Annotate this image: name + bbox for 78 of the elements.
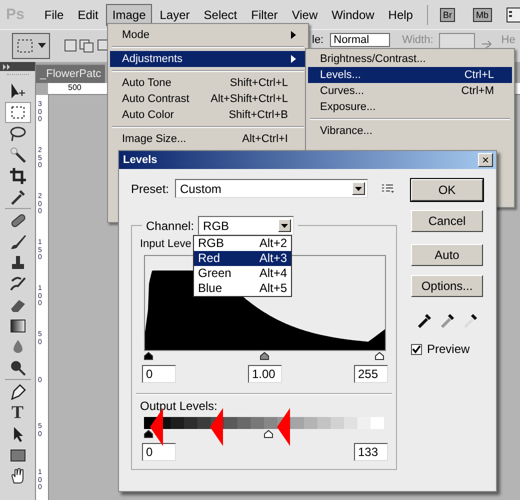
menu-item[interactable]: Select bbox=[198, 4, 244, 26]
history-icon bbox=[8, 274, 26, 292]
menu-item[interactable]: Exposure... bbox=[308, 99, 512, 115]
menu-item[interactable]: Vibrance... bbox=[308, 123, 512, 139]
level-field[interactable]: 133 bbox=[354, 443, 388, 461]
level-field[interactable]: 255 bbox=[354, 365, 388, 383]
eyedropper-icon[interactable] bbox=[463, 312, 479, 328]
channel-option[interactable]: Blue Alt+5 bbox=[194, 281, 291, 296]
app-launcher-button[interactable]: Br bbox=[440, 8, 455, 22]
close-button[interactable]: × bbox=[478, 153, 493, 167]
eyedropper-icon bbox=[8, 188, 26, 206]
dialog-button[interactable]: Options... bbox=[411, 275, 483, 297]
tool-button[interactable] bbox=[4, 102, 30, 123]
menu-item[interactable]: Auto Tone Shift+Ctrl+L bbox=[110, 75, 306, 91]
marquee-icon bbox=[16, 37, 34, 55]
hand-icon bbox=[8, 466, 26, 484]
selection-mode-icons[interactable] bbox=[64, 37, 110, 55]
document-tab[interactable]: _FlowerPatc bbox=[36, 64, 106, 83]
menu-item[interactable]: Levels... Ctrl+L bbox=[308, 67, 512, 83]
style-dropdown[interactable]: Normal bbox=[330, 33, 390, 47]
menu-item[interactable]: Curves... Ctrl+M bbox=[308, 83, 512, 99]
brush-icon bbox=[8, 232, 26, 250]
channel-dropdown[interactable]: RGB bbox=[198, 216, 294, 235]
level-field[interactable]: 0 bbox=[142, 443, 176, 461]
dialog-button[interactable]: Auto bbox=[411, 244, 483, 266]
dialog-button[interactable]: OK bbox=[411, 179, 483, 201]
menu-item[interactable]: Image bbox=[106, 4, 152, 26]
menu-item[interactable]: Auto Contrast Alt+Shift+Ctrl+L bbox=[110, 91, 306, 107]
menu-item[interactable]: Brightness/Contrast... bbox=[308, 51, 512, 67]
move-icon bbox=[8, 82, 26, 100]
marquee-icon bbox=[8, 104, 26, 122]
submenu-arrow-icon bbox=[291, 31, 296, 39]
menu-item[interactable]: Help bbox=[382, 4, 419, 26]
channel-option[interactable]: Green Alt+4 bbox=[194, 266, 291, 281]
menu-item[interactable]: Image Size... Alt+Ctrl+I bbox=[110, 131, 306, 147]
screen-mode-icon[interactable] bbox=[506, 6, 520, 24]
annotation-arrow bbox=[277, 408, 291, 446]
output-levels-label: Output Levels: bbox=[140, 399, 218, 413]
menu-item[interactable]: Window bbox=[326, 4, 380, 26]
menu-item[interactable]: Edit bbox=[72, 4, 104, 26]
crop-icon bbox=[8, 166, 26, 184]
tool-preset-picker[interactable] bbox=[12, 33, 50, 59]
submenu-arrow-icon bbox=[291, 55, 296, 63]
channel-option[interactable]: RGB Alt+2 bbox=[194, 236, 291, 251]
menu-item[interactable]: Adjustments bbox=[110, 51, 306, 67]
pen-icon bbox=[8, 382, 26, 400]
caret-icon bbox=[355, 186, 362, 190]
style-label: le: bbox=[312, 34, 324, 46]
menu-item[interactable]: Mode bbox=[110, 27, 306, 43]
dodge-icon bbox=[8, 358, 26, 376]
gradient-icon bbox=[8, 316, 26, 334]
menu-item[interactable]: View bbox=[286, 4, 324, 26]
height-label: He bbox=[501, 34, 516, 46]
caret-icon bbox=[38, 43, 46, 49]
type-tool[interactable]: T bbox=[4, 402, 30, 423]
level-field[interactable]: 1.00 bbox=[248, 365, 282, 383]
lasso-icon bbox=[8, 124, 26, 142]
preview-checkbox[interactable] bbox=[411, 344, 422, 354]
dialog-title: Levels bbox=[123, 154, 158, 166]
input-levels-label: Input Leve bbox=[140, 238, 192, 250]
menu-item[interactable]: Filter bbox=[245, 4, 284, 26]
eyedropper-icon[interactable] bbox=[417, 312, 433, 328]
preset-label: Preset: bbox=[131, 182, 170, 196]
menu-item[interactable]: File bbox=[38, 4, 70, 26]
app-launcher-button[interactable]: Mb bbox=[472, 8, 492, 22]
width-label: Width: bbox=[402, 34, 434, 46]
channel-option[interactable]: Red Alt+3 bbox=[194, 251, 291, 266]
eyedropper-icon[interactable] bbox=[440, 312, 456, 328]
menu-item[interactable]: Layer bbox=[154, 4, 196, 26]
ruler-number: 500 bbox=[68, 83, 82, 94]
preset-options-icon[interactable] bbox=[382, 184, 394, 194]
wand-icon bbox=[8, 146, 26, 164]
level-field[interactable]: 0 bbox=[142, 365, 176, 383]
channel-label: Channel: bbox=[146, 218, 194, 232]
preview-label: Preview bbox=[427, 342, 470, 356]
dialog-button[interactable]: Cancel bbox=[411, 210, 483, 232]
preset-dropdown[interactable]: Custom bbox=[175, 179, 368, 198]
menu-item[interactable]: Auto Color Shift+Ctrl+B bbox=[110, 107, 306, 123]
